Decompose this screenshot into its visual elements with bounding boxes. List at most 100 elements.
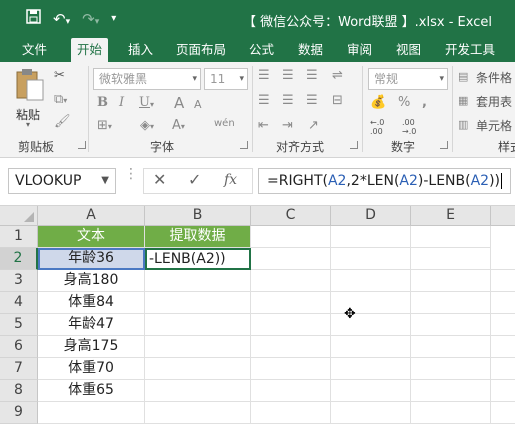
font-grow-button[interactable]: A	[174, 95, 184, 111]
name-box[interactable]: VLOOKUP ▼	[8, 168, 116, 194]
align-left-icon[interactable]: ☰	[258, 93, 270, 109]
cell-a2[interactable]: 年龄36	[38, 248, 145, 270]
phonetic-button[interactable]: wén	[214, 116, 235, 132]
bold-button[interactable]: B	[97, 95, 108, 111]
column-header-c[interactable]: C	[251, 206, 331, 226]
align-center-icon[interactable]: ☰	[282, 93, 294, 109]
align-middle-icon[interactable]: ☰	[282, 68, 294, 84]
tab-developer[interactable]: 开发工具	[439, 38, 501, 62]
wrap-text-icon[interactable]: ⇌	[332, 68, 343, 84]
format-painter-icon[interactable]: 🖌	[54, 114, 71, 130]
cell-a8[interactable]: 体重65	[38, 380, 145, 402]
enter-icon[interactable]: ✓	[188, 170, 201, 189]
undo-icon[interactable]: ↶▾	[53, 10, 70, 28]
tab-review[interactable]: 审阅	[341, 38, 378, 62]
cell-b3[interactable]	[145, 270, 251, 292]
cell-c1[interactable]	[251, 226, 331, 248]
row-header-1[interactable]: 1	[0, 226, 38, 248]
select-all-button[interactable]	[0, 206, 38, 226]
column-header-a[interactable]: A	[38, 206, 145, 226]
cancel-icon[interactable]: ✕	[153, 170, 166, 189]
column-header-b[interactable]: B	[145, 206, 251, 226]
cell-b5[interactable]	[145, 314, 251, 336]
cell-e1[interactable]	[411, 226, 491, 248]
cell-b9[interactable]	[145, 402, 251, 424]
row-header-2[interactable]: 2	[0, 248, 38, 270]
tab-home[interactable]: 开始	[71, 38, 109, 62]
row-header-4[interactable]: 4	[0, 292, 38, 314]
tab-insert[interactable]: 插入	[122, 38, 159, 62]
indent-increase-icon[interactable]: ⇥	[282, 118, 293, 134]
cell-a5[interactable]: 年龄47	[38, 314, 145, 336]
decrease-decimal-button[interactable]: .00 →.0	[402, 118, 428, 136]
cell-b2-editing[interactable]: -LENB(A2))	[145, 248, 251, 270]
quick-access-toolbar: ↶▾ ↷▾ ▾	[26, 9, 116, 28]
cell-a3[interactable]: 身高180	[38, 270, 145, 292]
cell-b4[interactable]	[145, 292, 251, 314]
column-header-f[interactable]	[491, 206, 515, 226]
currency-icon[interactable]: 💰	[370, 95, 386, 111]
formula-input[interactable]: =RIGHT(A2,2*LEN(A2)-LENB(A2))	[258, 168, 511, 194]
comma-button[interactable]: ,	[422, 95, 427, 111]
tab-view[interactable]: 视图	[390, 38, 427, 62]
clipboard-launcher-icon[interactable]	[78, 141, 86, 149]
number-format-select[interactable]: 常规 ▾	[368, 68, 448, 90]
font-size-value: 11	[210, 72, 226, 86]
font-color-icon[interactable]: A▾	[172, 118, 185, 135]
cell-b7[interactable]	[145, 358, 251, 380]
copy-icon[interactable]: ⧉▾	[54, 92, 67, 109]
cut-icon[interactable]: ✂	[54, 68, 65, 84]
cell-b8[interactable]	[145, 380, 251, 402]
cell-d1[interactable]	[331, 226, 411, 248]
cell-b1[interactable]: 提取数据	[145, 226, 251, 248]
format-as-table-button[interactable]: 套用表	[476, 93, 512, 110]
insert-function-icon[interactable]: fx	[224, 172, 237, 188]
cell-a7[interactable]: 体重70	[38, 358, 145, 380]
percent-button[interactable]: %	[398, 95, 410, 111]
cell-a4[interactable]: 体重84	[38, 292, 145, 314]
cell-a9[interactable]	[38, 402, 145, 424]
row-header-6[interactable]: 6	[0, 336, 38, 358]
cell-styles-button[interactable]: 单元格	[476, 117, 512, 134]
conditional-format-button[interactable]: 条件格	[476, 69, 512, 86]
customize-qat-icon[interactable]: ▾	[111, 13, 116, 24]
row-header-9[interactable]: 9	[0, 402, 38, 424]
merge-icon[interactable]: ⊟	[332, 93, 343, 109]
tab-data[interactable]: 数据	[292, 38, 329, 62]
number-launcher-icon[interactable]	[440, 141, 448, 149]
conditional-format-icon: ▤	[458, 70, 469, 83]
cell-b6[interactable]	[145, 336, 251, 358]
tab-formulas[interactable]: 公式	[243, 38, 280, 62]
align-top-icon[interactable]: ☰	[258, 68, 270, 84]
row-header-8[interactable]: 8	[0, 380, 38, 402]
italic-button[interactable]: I	[119, 95, 124, 111]
align-right-icon[interactable]: ☰	[306, 93, 318, 109]
font-name-select[interactable]: 微软雅黑 ▾	[93, 68, 201, 90]
cell-a1[interactable]: 文本	[38, 226, 145, 248]
row-header-5[interactable]: 5	[0, 314, 38, 336]
tab-file[interactable]: 文件	[16, 38, 53, 62]
column-header-d[interactable]: D	[331, 206, 411, 226]
increase-decimal-button[interactable]: ←.0 .00	[370, 118, 396, 136]
font-launcher-icon[interactable]	[240, 141, 248, 149]
cell-a6[interactable]: 身高175	[38, 336, 145, 358]
drag-handle-icon[interactable]: ⋮	[124, 167, 138, 181]
paste-button[interactable]: 粘贴 ▾	[12, 68, 48, 130]
alignment-launcher-icon[interactable]	[350, 141, 358, 149]
separator	[252, 66, 253, 152]
redo-icon[interactable]: ↷▾	[82, 10, 99, 28]
fill-color-icon[interactable]: ◈▾	[140, 118, 154, 135]
column-header-e[interactable]: E	[411, 206, 491, 226]
font-shrink-button[interactable]: A	[194, 97, 202, 113]
row-header-7[interactable]: 7	[0, 358, 38, 380]
row-header-3[interactable]: 3	[0, 270, 38, 292]
indent-decrease-icon[interactable]: ⇤	[258, 118, 269, 134]
underline-button[interactable]: U	[139, 95, 150, 111]
tab-page-layout[interactable]: 页面布局	[170, 38, 232, 62]
empty-cells[interactable]	[251, 248, 515, 424]
align-bottom-icon[interactable]: ☰	[306, 68, 318, 84]
font-size-select[interactable]: 11 ▾	[204, 68, 248, 90]
save-icon[interactable]	[26, 9, 41, 28]
borders-icon[interactable]: ⊞▾	[97, 118, 112, 135]
orientation-icon[interactable]: ↗	[308, 118, 319, 134]
